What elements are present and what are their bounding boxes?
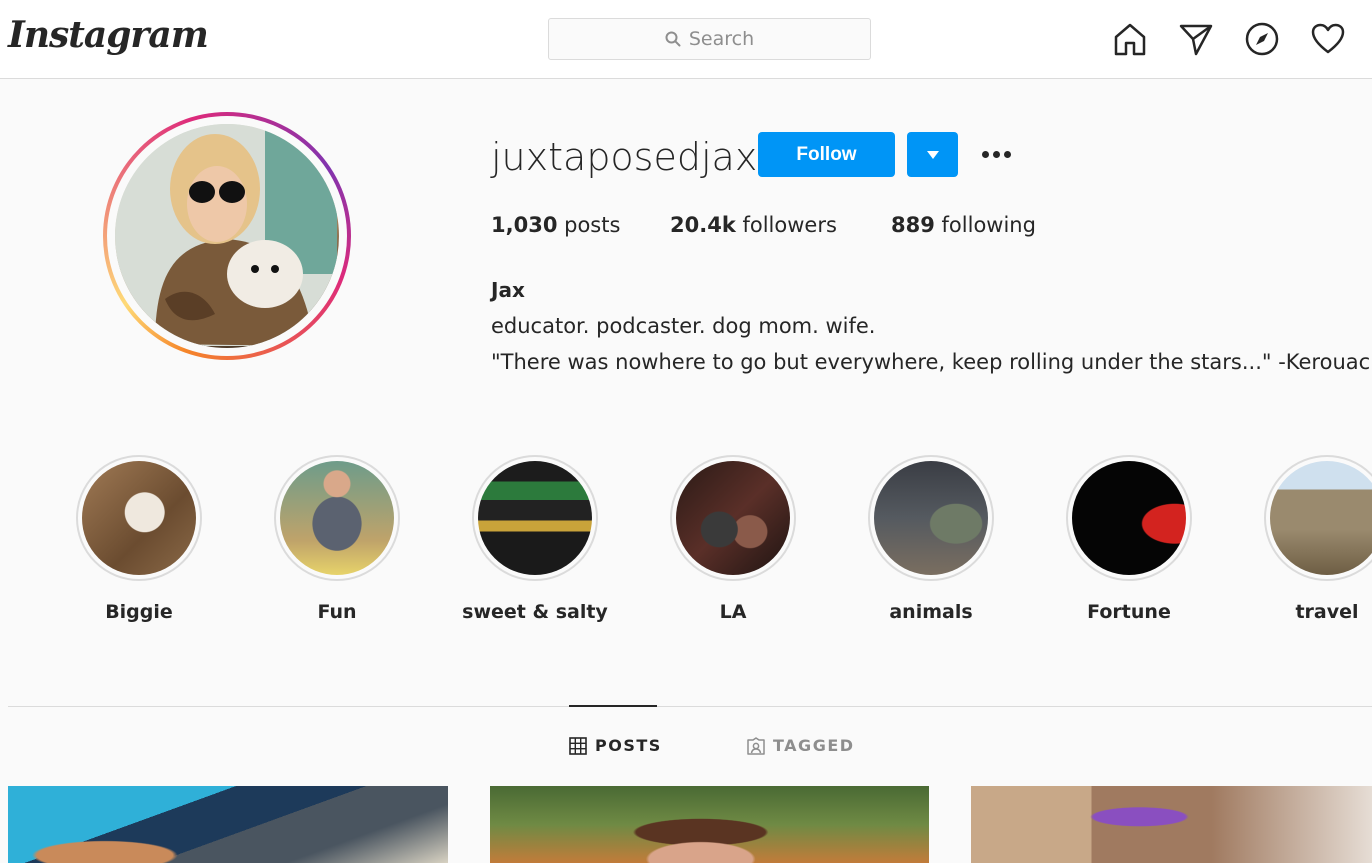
highlight-cover-image bbox=[1270, 461, 1372, 575]
followers-count: 20.4k bbox=[670, 213, 736, 237]
highlight-cover-image bbox=[280, 461, 394, 575]
highlight-label: LA bbox=[719, 601, 747, 623]
bio-line-2: "There was nowhere to go but everywhere,… bbox=[491, 350, 1371, 374]
story-highlight[interactable]: sweet & salty bbox=[462, 455, 608, 623]
profile-username: juxtaposedjax bbox=[491, 135, 758, 179]
highlight-label: animals bbox=[889, 601, 973, 623]
following-stat-link[interactable]: 889 following bbox=[891, 213, 1036, 237]
story-highlight[interactable]: Fortune bbox=[1066, 455, 1192, 623]
tab-posts-label: POSTS bbox=[595, 736, 662, 755]
profile-avatar-story-ring[interactable] bbox=[103, 112, 351, 360]
post-thumbnail[interactable] bbox=[490, 786, 929, 863]
tab-posts[interactable]: POSTS bbox=[569, 736, 662, 755]
profile-avatar bbox=[115, 124, 339, 348]
followers-label: followers bbox=[742, 213, 837, 237]
story-highlight[interactable]: Fun bbox=[274, 455, 400, 623]
search-input[interactable]: Search bbox=[548, 18, 871, 60]
instagram-logo[interactable]: Instagram bbox=[8, 14, 209, 56]
grid-icon bbox=[569, 736, 587, 755]
highlight-label: Fun bbox=[317, 601, 357, 623]
explore-compass-icon[interactable] bbox=[1243, 20, 1281, 58]
more-dot-icon bbox=[992, 150, 1000, 158]
highlight-cover-image bbox=[676, 461, 790, 575]
posts-label: posts bbox=[564, 213, 621, 237]
following-label: following bbox=[941, 213, 1036, 237]
highlight-cover-image bbox=[478, 461, 592, 575]
search-icon bbox=[665, 31, 681, 47]
highlight-cover-image bbox=[1072, 461, 1186, 575]
posts-count-stat: 1,030 posts bbox=[491, 213, 620, 237]
story-highlight[interactable]: travel bbox=[1264, 455, 1372, 623]
story-highlight[interactable]: animals bbox=[868, 455, 994, 623]
more-dot-icon bbox=[1003, 150, 1011, 158]
highlight-label: Biggie bbox=[105, 601, 173, 623]
highlight-label: Fortune bbox=[1087, 601, 1171, 623]
posts-count: 1,030 bbox=[491, 213, 558, 237]
story-highlight[interactable]: Biggie bbox=[76, 455, 202, 623]
more-options-button[interactable] bbox=[976, 138, 1016, 170]
more-dot-icon bbox=[981, 150, 989, 158]
profile-full-name: Jax bbox=[491, 278, 525, 302]
top-navigation-bar: Instagram Search bbox=[0, 0, 1372, 79]
followers-stat-link[interactable]: 20.4k followers bbox=[670, 213, 837, 237]
search-placeholder: Search bbox=[688, 28, 755, 50]
home-icon[interactable] bbox=[1111, 20, 1149, 58]
direct-message-icon[interactable] bbox=[1177, 20, 1215, 58]
activity-heart-icon[interactable] bbox=[1309, 20, 1347, 58]
post-image bbox=[8, 786, 448, 863]
post-thumbnail[interactable] bbox=[971, 786, 1372, 863]
highlight-cover-image bbox=[874, 461, 988, 575]
story-highlight[interactable]: LA bbox=[670, 455, 796, 623]
tab-tagged-label: TAGGED bbox=[773, 736, 855, 755]
caret-down-icon bbox=[926, 150, 939, 159]
following-count: 889 bbox=[891, 213, 935, 237]
tab-tagged[interactable]: TAGGED bbox=[747, 736, 855, 755]
highlight-label: travel bbox=[1295, 601, 1359, 623]
tagged-user-icon bbox=[747, 736, 765, 755]
suggested-accounts-dropdown-button[interactable] bbox=[907, 132, 958, 177]
active-tab-indicator bbox=[569, 705, 657, 707]
bio-line-1: educator. podcaster. dog mom. wife. bbox=[491, 314, 876, 338]
post-image bbox=[971, 786, 1372, 863]
tabs-divider bbox=[8, 706, 1372, 707]
post-image bbox=[490, 786, 929, 863]
follow-button[interactable]: Follow bbox=[758, 132, 895, 177]
post-thumbnail[interactable] bbox=[8, 786, 448, 863]
highlight-label: sweet & salty bbox=[462, 601, 608, 623]
highlight-cover-image bbox=[82, 461, 196, 575]
